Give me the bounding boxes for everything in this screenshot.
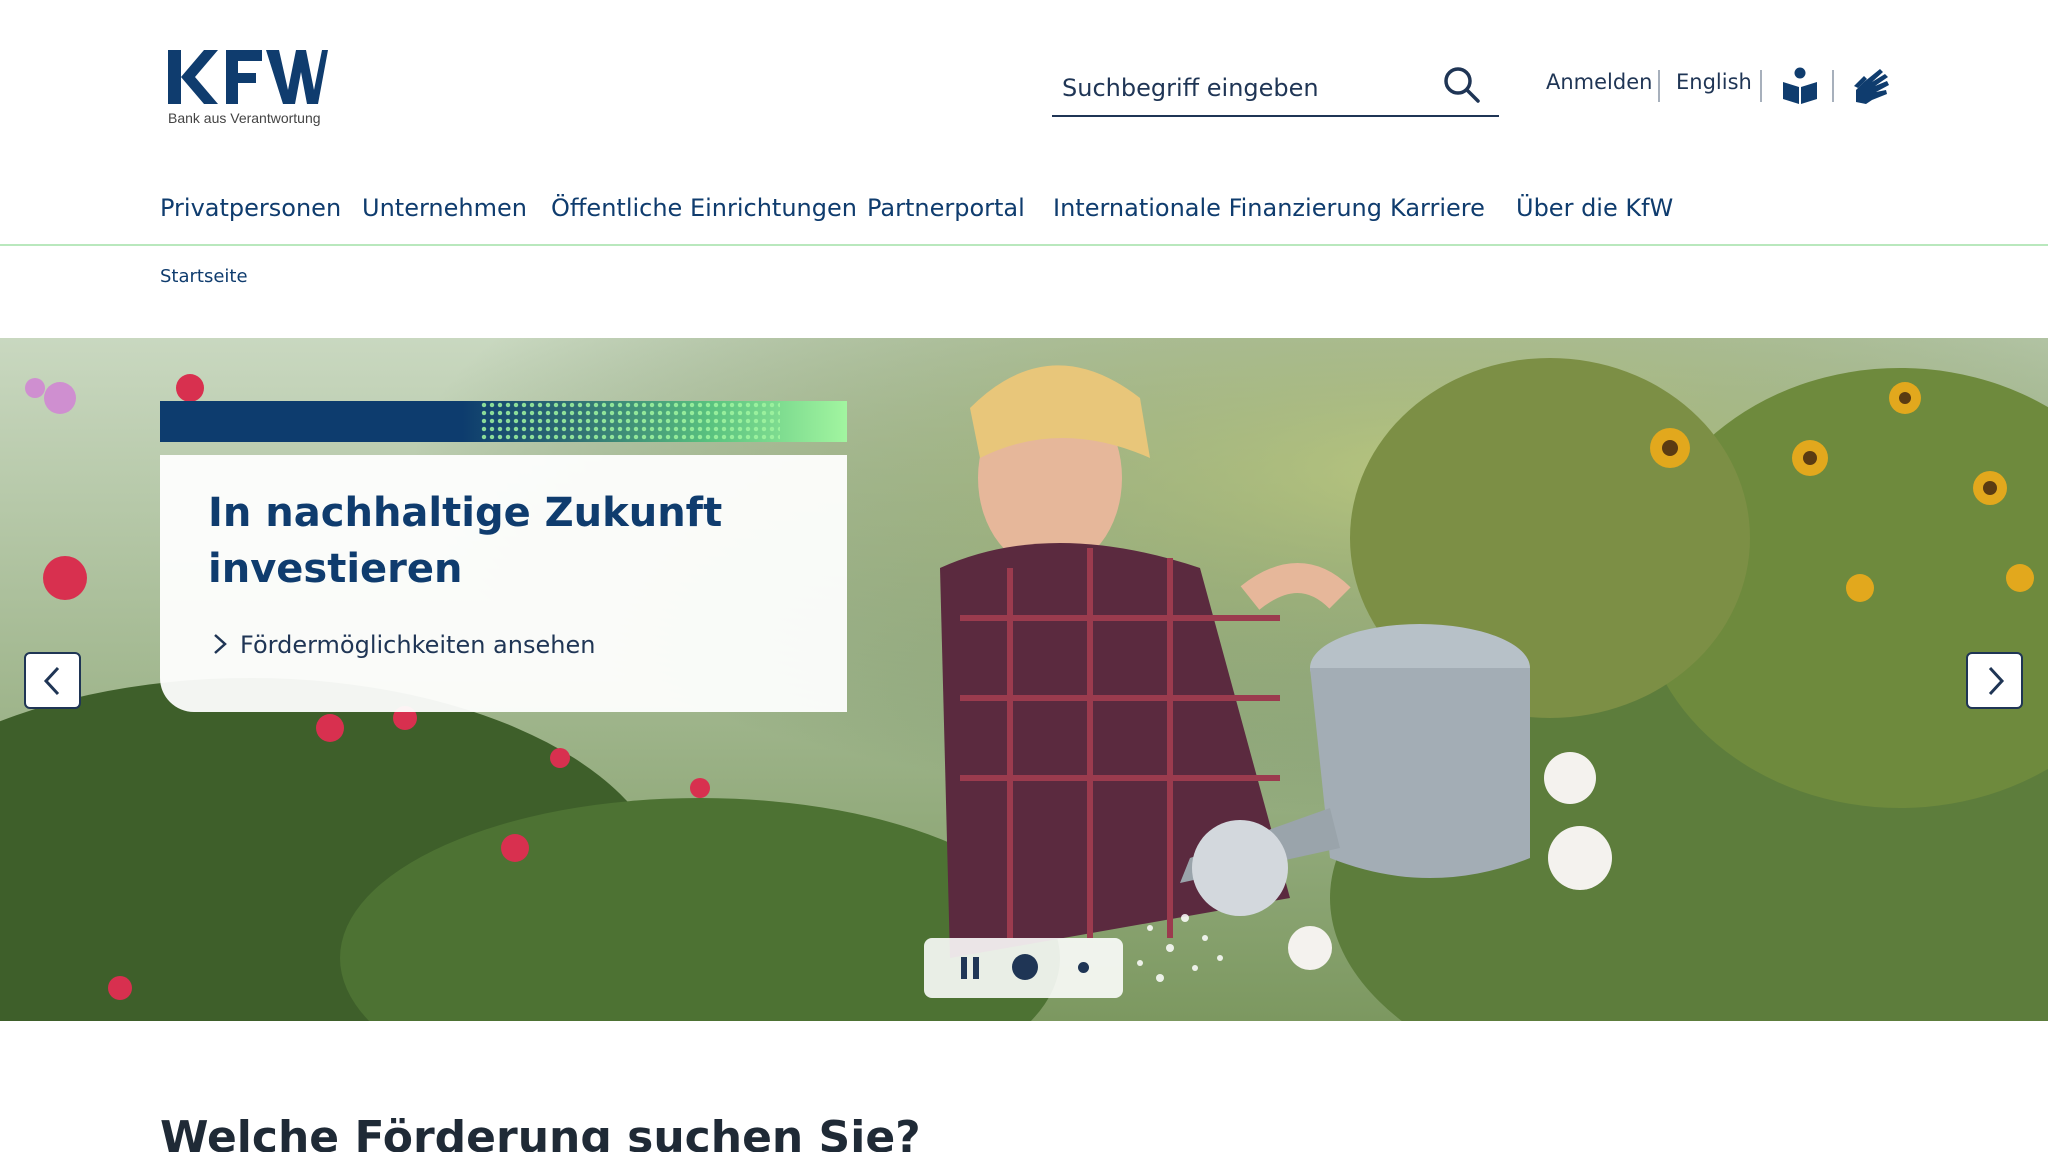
nav-item-karriere[interactable]: Karriere — [1390, 194, 1485, 222]
search-icon — [1444, 66, 1480, 103]
nav-item-privatpersonen[interactable]: Privatpersonen — [160, 194, 341, 222]
hero-cta-label: Fördermöglichkeiten ansehen — [240, 631, 596, 659]
page: Bank aus Verantwortung Anmelden English — [0, 0, 2048, 1152]
divider — [1658, 70, 1660, 102]
chevron-left-icon — [43, 666, 60, 696]
nav-item-internationale-finanzierung[interactable]: Internationale Finanzierung — [1053, 194, 1382, 222]
hero-card-accent-bar — [160, 401, 847, 442]
hero-card: In nachhaltige Zukunft investieren Förde… — [160, 455, 847, 712]
search-bar — [1052, 60, 1499, 117]
sign-language-link[interactable] — [1850, 66, 1890, 106]
search-button[interactable] — [1440, 64, 1484, 108]
hero-carousel: In nachhaltige Zukunft investieren Förde… — [0, 338, 2048, 1021]
search-input[interactable] — [1062, 70, 1422, 106]
kfw-logo[interactable]: Bank aus Verantwortung — [166, 46, 338, 132]
login-link[interactable]: Anmelden — [1546, 70, 1652, 94]
nav-item-ueber-die-kfw[interactable]: Über die KfW — [1516, 194, 1673, 222]
main-nav: Privatpersonen Unternehmen Öffentliche E… — [0, 186, 2048, 246]
breadcrumb-home[interactable]: Startseite — [160, 266, 248, 287]
easy-language-icon — [1783, 67, 1817, 104]
easy-language-link[interactable] — [1780, 66, 1820, 106]
language-link[interactable]: English — [1676, 70, 1752, 94]
kfw-logo-icon — [168, 50, 328, 104]
carousel-dot[interactable] — [1078, 962, 1089, 973]
hero-cta-link[interactable]: Fördermöglichkeiten ansehen — [210, 631, 595, 665]
carousel-pause-button[interactable] — [954, 952, 986, 984]
logo-tagline: Bank aus Verantwortung — [168, 110, 321, 126]
pause-icon — [961, 957, 979, 979]
divider — [1760, 70, 1762, 102]
nav-item-oeffentliche-einrichtungen[interactable]: Öffentliche Einrichtungen — [551, 194, 857, 222]
sign-language-icon — [1854, 69, 1889, 104]
hero-title: In nachhaltige Zukunft investieren — [208, 490, 723, 592]
utility-nav: Anmelden English — [1546, 66, 1892, 104]
nav-item-unternehmen[interactable]: Unternehmen — [362, 194, 527, 222]
divider — [1832, 70, 1834, 102]
chevron-right-icon — [214, 634, 227, 654]
carousel-dot-active[interactable] — [1012, 954, 1038, 980]
section-heading: Welche Förderung suchen Sie? — [160, 1112, 921, 1152]
carousel-controls — [924, 938, 1123, 998]
carousel-next-button[interactable] — [1966, 652, 2023, 709]
nav-item-partnerportal[interactable]: Partnerportal — [867, 194, 1025, 222]
chevron-right-icon — [1988, 666, 2005, 696]
carousel-prev-button[interactable] — [24, 652, 81, 709]
